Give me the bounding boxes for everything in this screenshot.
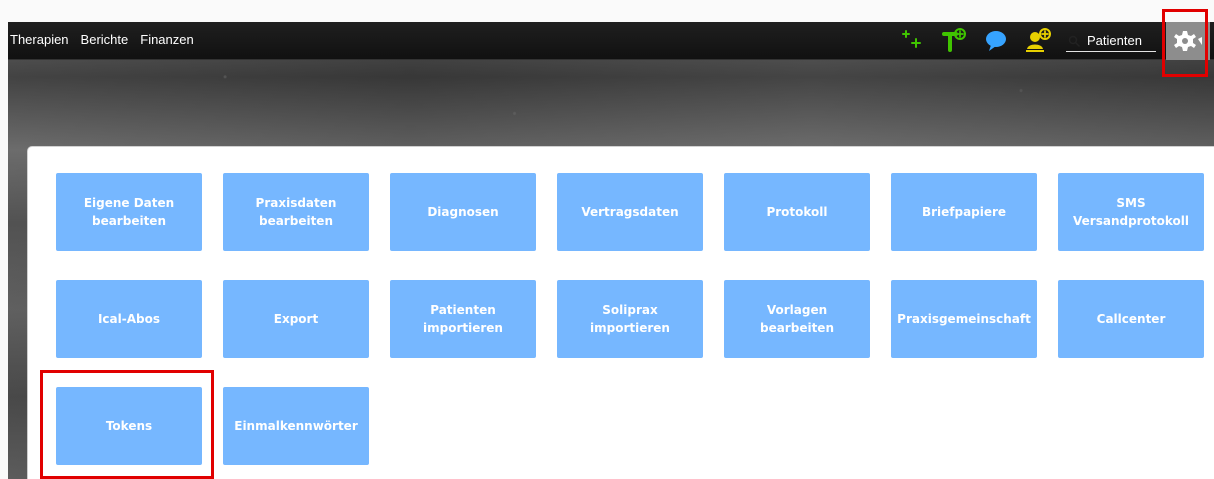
settings-button[interactable] — [1166, 22, 1210, 60]
nav-item-therapien[interactable]: Therapien — [10, 32, 69, 47]
nav-item-finanzen[interactable]: Finanzen — [140, 32, 193, 47]
menu-tile-tokens[interactable]: Tokens — [56, 387, 202, 465]
settings-menu-card: Eigene Daten bearbeiten Praxisdaten bear… — [28, 147, 1214, 479]
chat-button[interactable] — [982, 27, 1010, 55]
user-add-icon — [1023, 27, 1053, 55]
menu-tile-callcenter[interactable]: Callcenter — [1058, 280, 1204, 358]
gear-icon — [1173, 29, 1203, 53]
menu-tile-vertragsdaten[interactable]: Vertragsdaten — [557, 173, 703, 251]
main-content-area: Therapien Berichte Finanzen Patienten Ei… — [8, 22, 1214, 479]
menu-tile-eigene-daten-bearbeiten[interactable]: Eigene Daten bearbeiten — [56, 173, 202, 251]
add-plus-button[interactable] — [898, 27, 926, 55]
application-page: Therapien Berichte Finanzen Patienten Ei… — [0, 0, 1214, 479]
quick-actions — [898, 27, 1052, 55]
patient-search-input[interactable] — [1087, 31, 1151, 50]
menu-tile-soliprax-importieren[interactable]: Soliprax importieren — [557, 280, 703, 358]
menu-tile-export[interactable]: Export — [223, 280, 369, 358]
menu-tile-protokoll[interactable]: Protokoll — [724, 173, 870, 251]
menu-tile-patienten-importieren[interactable]: Patienten importieren — [390, 280, 536, 358]
menu-tile-einmalkennwoerter[interactable]: Einmalkennwörter — [223, 387, 369, 465]
menu-tile-vorlagen-bearbeiten[interactable]: Vorlagen bearbeiten — [724, 280, 870, 358]
menu-tile-briefpapiere[interactable]: Briefpapiere — [891, 173, 1037, 251]
menu-tile-sms-versandprotokoll[interactable]: SMS Versandprotokoll — [1058, 173, 1204, 251]
menu-tile-praxisdaten-bearbeiten[interactable]: Praxisdaten bearbeiten — [223, 173, 369, 251]
settings-menu-grid: Eigene Daten bearbeiten Praxisdaten bear… — [56, 173, 1204, 465]
top-navigation-bar: Therapien Berichte Finanzen — [8, 22, 1214, 60]
main-navigation: Therapien Berichte Finanzen — [10, 32, 194, 47]
menu-tile-diagnosen[interactable]: Diagnosen — [390, 173, 536, 251]
menu-tile-praxisgemeinschaft[interactable]: Praxisgemeinschaft — [891, 280, 1037, 358]
menu-tile-ical-abos[interactable]: Ical-Abos — [56, 280, 202, 358]
add-plus-icon — [898, 29, 926, 53]
chat-bubble-icon — [982, 28, 1010, 54]
therapy-add-icon — [940, 28, 968, 54]
therapy-add-button[interactable] — [940, 27, 968, 55]
nav-item-berichte[interactable]: Berichte — [81, 32, 129, 47]
user-add-button[interactable] — [1024, 27, 1052, 55]
patient-search — [1066, 30, 1156, 52]
search-icon — [1068, 35, 1080, 47]
